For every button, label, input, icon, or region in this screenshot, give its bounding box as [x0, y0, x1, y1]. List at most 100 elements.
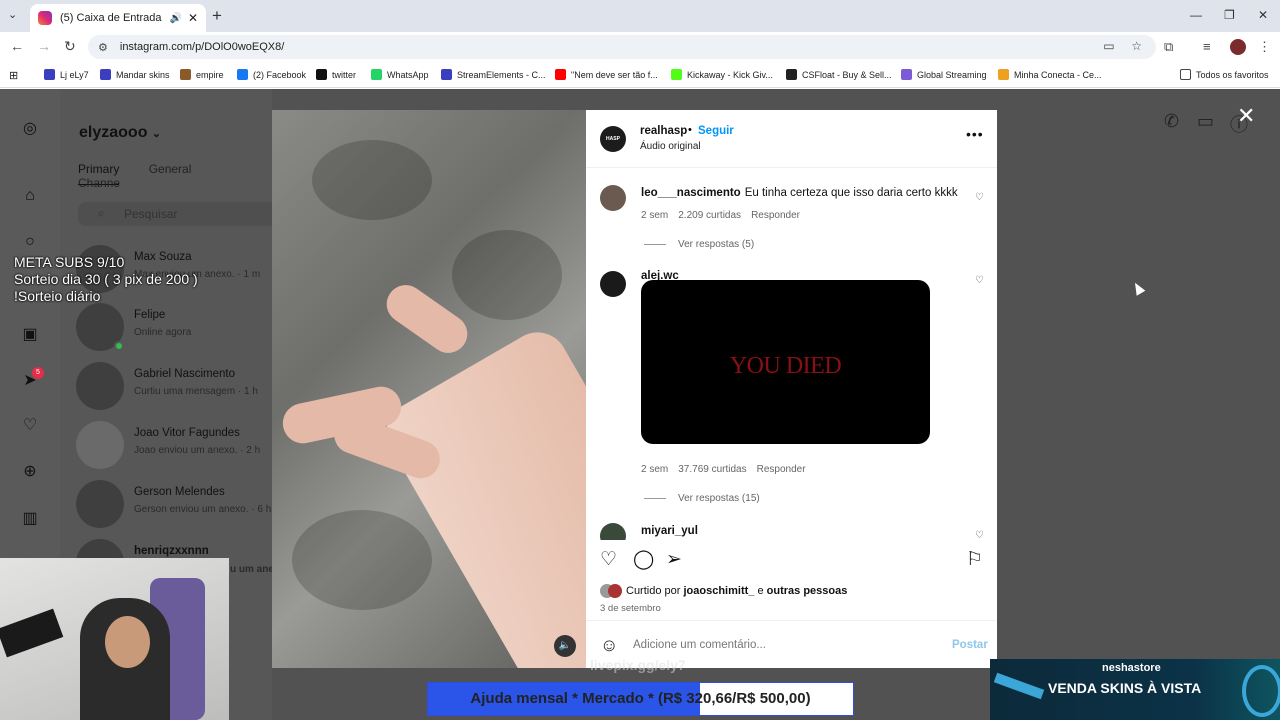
conversation-preview: Joao enviou um anexo. · 2 h	[134, 445, 261, 456]
restore-icon[interactable]: ❐	[1224, 8, 1235, 22]
menu-icon[interactable]: ⋮	[1258, 39, 1271, 55]
address-bar[interactable]: ⚙ instagram.com/p/DOlO0woEQX8/ ▭ ☆	[88, 35, 1156, 59]
bookmark-label: StreamElements - C...	[457, 69, 546, 80]
post-comment-button[interactable]: Postar	[952, 639, 988, 651]
save-bookmark-icon[interactable]: ⚐	[966, 548, 983, 571]
comment-input[interactable]: Adicione um comentário...	[633, 639, 766, 651]
speaker-icon[interactable]: 🔊	[169, 13, 181, 24]
ring-graphic-icon	[1242, 665, 1280, 717]
comment-image-you-died[interactable]: YOU DIED	[641, 280, 930, 444]
install-app-icon[interactable]: ▭	[1103, 39, 1114, 53]
author-avatar[interactable]: HASP	[600, 126, 626, 152]
site-info-icon[interactable]: ⚙	[98, 41, 108, 54]
comment-age: 2 sem	[641, 210, 669, 221]
bookmark-item[interactable]: Lj eLy7	[44, 69, 89, 80]
comment-likes[interactable]: 37.769 curtidas	[678, 464, 746, 475]
bookmark-item[interactable]: twitter	[316, 69, 356, 80]
back-icon[interactable]: ←	[10, 38, 24, 54]
browser-tab[interactable]: (5) Caixa de Entrada • Direc 🔊 ✕	[30, 4, 206, 32]
home-icon[interactable]: ⌂	[20, 186, 40, 206]
instagram-logo-icon[interactable]: ◎	[20, 119, 40, 139]
bookmark-label: Mandar skins	[116, 69, 170, 80]
search-icon[interactable]: ○	[20, 232, 40, 252]
comment-likes[interactable]: 2.209 curtidas	[678, 210, 741, 221]
bookmark-label: CSFloat - Buy & Sell...	[802, 69, 892, 80]
reels-icon[interactable]: ▣	[20, 325, 40, 345]
comment-like-icon[interactable]: ♡	[975, 530, 984, 540]
audio-label[interactable]: Áudio original	[640, 141, 701, 152]
stream-goal-text: META SUBS 9/10 Sorteio dia 30 ( 3 pix de…	[14, 254, 198, 305]
bookmark-item[interactable]: empire	[180, 69, 224, 80]
phone-icon[interactable]: ✆	[1164, 111, 1179, 132]
commenter-avatar[interactable]	[600, 523, 626, 540]
bookmark-item[interactable]: WhatsApp	[371, 69, 429, 80]
conversation-item[interactable]: Gabriel Nascimento Curtiu uma mensagem ·…	[76, 362, 276, 412]
conversation-item[interactable]: Felipe Online agora	[76, 303, 276, 353]
conversation-name: Felipe	[134, 309, 166, 321]
more-options-icon[interactable]: •••	[966, 126, 984, 142]
bookmark-item[interactable]: Global Streaming	[901, 69, 987, 80]
bookmark-label: Global Streaming	[917, 69, 987, 80]
bookmark-item[interactable]: "Nem deve ser tão f...	[555, 69, 658, 80]
share-icon[interactable]: ➢	[666, 548, 682, 571]
bookmark-item[interactable]: Kickaway - Kick Giv...	[671, 69, 773, 80]
reply-button[interactable]: Responder	[757, 464, 806, 475]
bookmark-item[interactable]: Mandar skins	[100, 69, 170, 80]
apps-icon[interactable]: ⊞	[9, 69, 18, 82]
extensions-icon[interactable]: ⧉	[1164, 39, 1173, 55]
bookmark-item[interactable]: StreamElements - C...	[441, 69, 546, 80]
sponsor-brand: neshastore	[1102, 662, 1161, 674]
notifications-heart-icon[interactable]: ♡	[20, 416, 40, 436]
emoji-icon[interactable]: ☺	[600, 635, 618, 656]
commenter-avatar[interactable]	[600, 185, 626, 211]
create-icon[interactable]: ⊕	[20, 462, 40, 482]
commenter-username[interactable]: miyari_yul	[641, 525, 698, 537]
like-heart-icon[interactable]: ♡	[600, 548, 617, 571]
video-call-icon[interactable]: ▭	[1197, 111, 1214, 132]
conversation-item[interactable]: Gerson Melendes Gerson enviou um anexo. …	[76, 480, 276, 530]
conversation-preview: Online agora	[134, 327, 192, 338]
new-tab-icon[interactable]: +	[212, 6, 222, 26]
tab-channels[interactable]: Channe	[78, 176, 120, 190]
bookmark-item[interactable]: Minha Conecta - Ce...	[998, 69, 1102, 80]
dashboard-icon[interactable]: ▥	[20, 509, 40, 529]
search-input[interactable]: ⌕ Pesquisar	[78, 202, 278, 226]
comment-like-icon[interactable]: ♡	[975, 275, 984, 286]
close-modal-icon[interactable]: ✕	[1237, 103, 1255, 129]
bookmark-item[interactable]: CSFloat - Buy & Sell...	[786, 69, 892, 80]
all-favorites-folder[interactable]: Todos os favoritos	[1180, 69, 1269, 80]
close-window-icon[interactable]: ✕	[1258, 8, 1268, 22]
reply-button[interactable]: Responder	[751, 210, 800, 221]
media-controls-icon[interactable]: ≡	[1203, 39, 1211, 54]
bookmark-label: twitter	[332, 69, 357, 80]
view-replies-button[interactable]: Ver respostas (5)	[644, 239, 754, 250]
follow-button[interactable]: Seguir	[698, 125, 734, 137]
liked-by-others[interactable]: outras pessoas	[767, 585, 848, 597]
bookmark-label: (2) Facebook	[253, 69, 307, 80]
mute-toggle-icon[interactable]: 🔈	[554, 635, 576, 657]
close-tab-icon[interactable]: ✕	[188, 11, 198, 25]
bookmark-favicon-icon	[44, 69, 55, 80]
notification-badge: 5	[32, 367, 44, 379]
forward-icon[interactable]: →	[37, 38, 51, 54]
comment-like-icon[interactable]: ♡	[975, 192, 984, 203]
bookmark-favicon-icon	[316, 69, 327, 80]
commenter-avatar[interactable]	[600, 271, 626, 297]
minimize-icon[interactable]: —	[1190, 8, 1202, 22]
inbox-username[interactable]: elyzaooo ⌄	[79, 124, 161, 142]
tab-title: (5) Caixa de Entrada • Direc	[60, 12, 165, 24]
profile-avatar[interactable]	[1230, 39, 1246, 55]
comment-icon[interactable]: ◯	[633, 548, 654, 571]
view-replies-button[interactable]: Ver respostas (15)	[644, 493, 760, 504]
bookmark-star-icon[interactable]: ☆	[1131, 39, 1142, 53]
liked-by-user[interactable]: joaoschimitt_	[683, 585, 754, 597]
reload-icon[interactable]: ↻	[64, 38, 76, 55]
browser-tab-strip: ⌄ (5) Caixa de Entrada • Direc 🔊 ✕ + — ❐…	[0, 0, 1280, 32]
commenter-username[interactable]: leo___nascimento	[641, 187, 741, 199]
tab-search-icon[interactable]: ⌄	[8, 8, 17, 21]
post-video[interactable]: 🔈	[272, 110, 586, 668]
conversation-item[interactable]: Joao Vitor Fagundes Joao enviou um anexo…	[76, 421, 276, 471]
tab-general[interactable]: General	[149, 162, 192, 176]
author-username[interactable]: realhasp	[640, 125, 687, 137]
bookmark-item[interactable]: (2) Facebook	[237, 69, 306, 80]
